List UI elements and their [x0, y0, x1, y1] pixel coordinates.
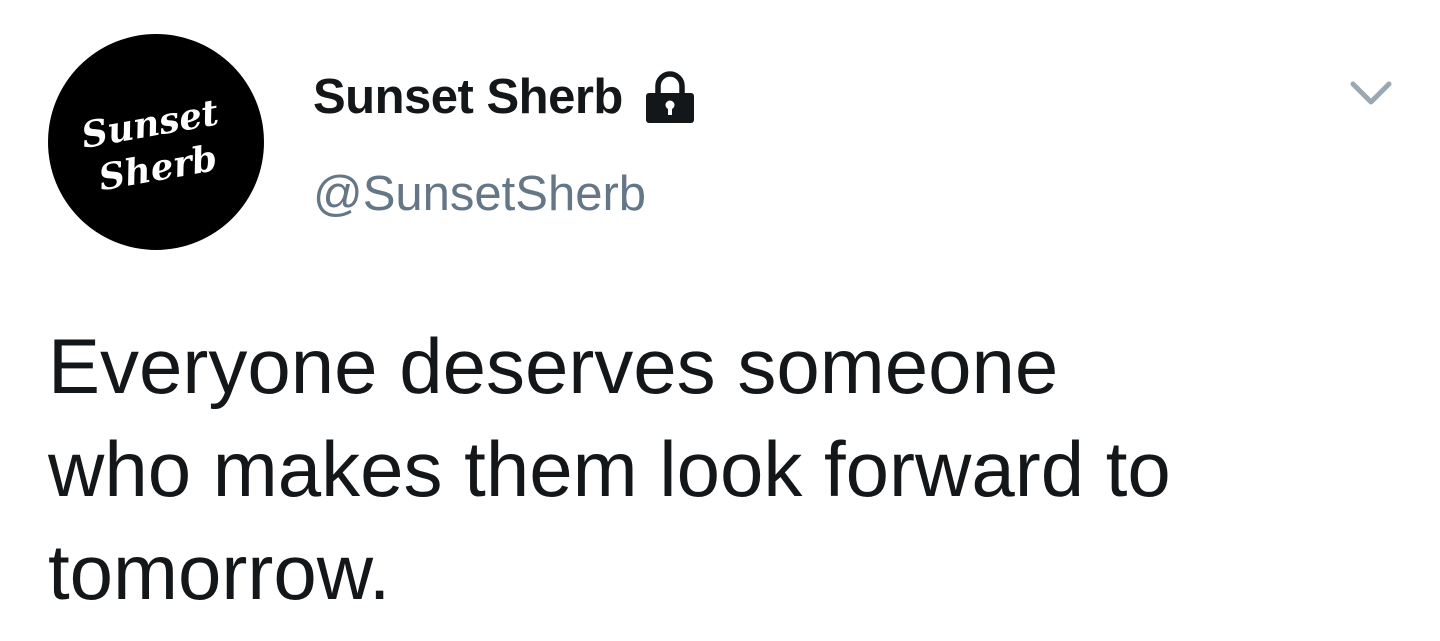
- lock-icon: [643, 69, 697, 125]
- tweet-menu-button[interactable]: [1344, 72, 1398, 116]
- avatar-logo: Sunset Sherb: [78, 91, 222, 199]
- username-handle[interactable]: @SunsetSherb: [313, 166, 646, 222]
- tweet-text: Everyone deserves someone who makes them…: [48, 322, 1171, 616]
- chevron-down-icon: [1350, 81, 1392, 105]
- display-name[interactable]: Sunset Sherb: [313, 69, 623, 125]
- avatar[interactable]: Sunset Sherb: [48, 34, 264, 250]
- tweet: Sunset Sherb Sunset Sherb @SunsetSherb E…: [0, 0, 1440, 641]
- display-name-row: Sunset Sherb: [313, 66, 697, 128]
